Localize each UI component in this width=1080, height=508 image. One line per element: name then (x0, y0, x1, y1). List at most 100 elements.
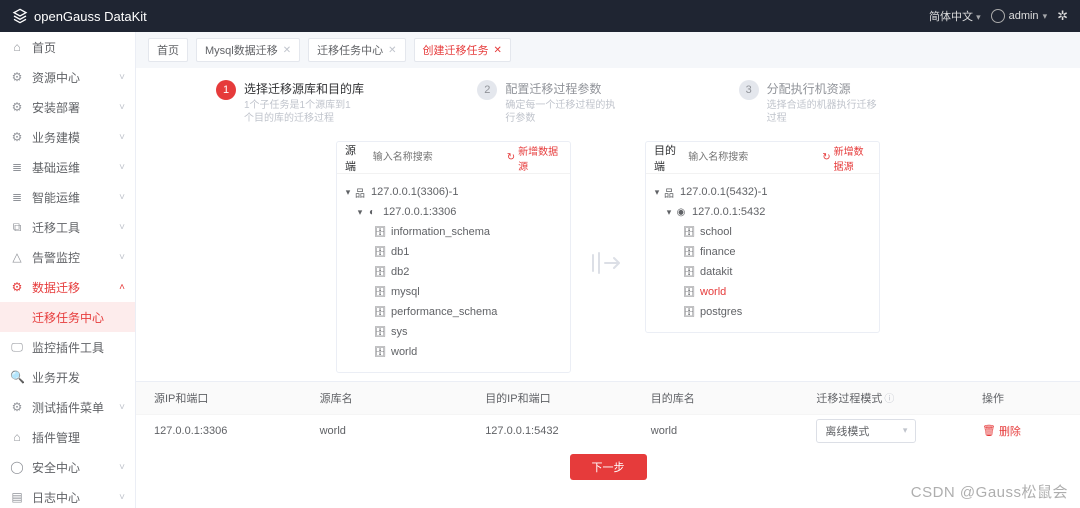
tree-root[interactable]: ▾品127.0.0.1(3306)-1 (343, 182, 564, 202)
breadcrumb-item-2[interactable]: 迁移任务中心✕ (308, 38, 405, 62)
chevron-down-icon: ▾ (976, 12, 981, 22)
chevron-down-icon: ˅ (119, 402, 125, 413)
sidebar-item-1[interactable]: ⚙资源中心˅ (0, 62, 135, 92)
step-desc: 选择合适的机器执行迁移过程 (767, 99, 877, 125)
sidebar-item-14[interactable]: ▤日志中心˅ (0, 482, 135, 508)
tree-db[interactable]: 🗄sys (343, 322, 564, 342)
delete-button[interactable]: 🗑删除 (982, 423, 1062, 439)
sidebar-item-10[interactable]: 🔍业务开发 (0, 362, 135, 392)
sidebar-item-0[interactable]: ⌂首页 (0, 32, 135, 62)
target-add-link[interactable]: ↻新增数据源 (822, 143, 871, 173)
topbar: openGauss DataKit 简体中文 ▾ admin ▾ ✲ (0, 0, 1080, 32)
close-icon[interactable]: ✕ (494, 45, 502, 56)
breadcrumb-item-3[interactable]: 创建迁移任务✕ (414, 38, 511, 62)
sidebar-item-2[interactable]: ⚙安装部署˅ (0, 92, 135, 122)
tree-db[interactable]: 🗄performance_schema (343, 302, 564, 322)
cell-dst-ip: 127.0.0.1:5432 (485, 425, 651, 437)
sidebar-item-label: 业务建模 (32, 129, 119, 146)
tree-db[interactable]: 🗄db2 (343, 262, 564, 282)
next-button[interactable]: 下一步 (570, 454, 647, 480)
sidebar-item-11[interactable]: ⚙测试插件菜单˅ (0, 392, 135, 422)
brand: openGauss DataKit (12, 8, 147, 24)
tree-conn[interactable]: ▾◉127.0.0.1:5432 (652, 202, 873, 222)
transfer-arrow-icon (591, 251, 625, 275)
chevron-down-icon: ˅ (119, 252, 125, 263)
sidebar-item-label: 基础运维 (32, 159, 119, 176)
col-dst-ip: 目的IP和端口 (485, 390, 651, 406)
step-3: 3分配执行机资源选择合适的机器执行迁移过程 (739, 80, 1000, 125)
close-icon[interactable]: ✕ (388, 45, 396, 56)
chevron-down-icon: ▾ (1043, 11, 1048, 22)
sidebar-item-9[interactable]: 🖵 监控插件工具 (0, 332, 135, 362)
stack-icon: ≣ (10, 160, 24, 174)
sidebar-item-3[interactable]: ⚙ 业务建模˅ (0, 122, 135, 152)
gear-icon: ⚙ (10, 280, 24, 294)
sidebar-item-8[interactable]: ⚙数据迁移˄ (0, 272, 135, 302)
db-engine-icon: ◐ (365, 207, 379, 218)
target-search-input[interactable] (686, 150, 822, 165)
cell-src-db: world (320, 425, 486, 437)
gear-icon: ⚙ (10, 130, 24, 144)
database-icon: 🗄 (373, 227, 387, 238)
caret-down-icon: ▾ (355, 207, 365, 218)
close-icon[interactable]: ✕ (283, 45, 291, 56)
user-menu[interactable]: admin ▾ (991, 9, 1048, 23)
tree-db[interactable]: 🗄world (652, 282, 873, 302)
sidebar-item-label: 智能运维 (32, 189, 119, 206)
col-src-db: 源库名 (320, 390, 486, 406)
tree-db[interactable]: 🗄postgres (652, 302, 873, 322)
shield-icon: ◯ (10, 460, 24, 474)
step-number: 3 (739, 80, 759, 100)
step-title: 配置迁移过程参数 (505, 80, 615, 97)
content: 1选择迁移源库和目的库1个子任务是1个源库到1个目的库的迁移过程2配置迁移过程参… (136, 68, 1080, 508)
sidebar-item-label: 安全中心 (32, 459, 119, 476)
sidebar-item-label: 监控插件工具 (32, 339, 125, 356)
tree-db[interactable]: 🗄datakit (652, 262, 873, 282)
sidebar-item-4[interactable]: ≣ 基础运维˅ (0, 152, 135, 182)
tree-conn[interactable]: ▾◐127.0.0.1:3306 (343, 202, 564, 222)
source-add-link[interactable]: ↻新增数据源 (507, 143, 562, 173)
table-header: 源IP和端口 源库名 目的IP和端口 目的库名 迁移过程模式ⓘ 操作 (136, 382, 1080, 414)
steps: 1选择迁移源库和目的库1个子任务是1个源库到1个目的库的迁移过程2配置迁移过程参… (136, 68, 1080, 133)
step-number: 1 (216, 80, 236, 100)
sidebar-item-label: 日志中心 (32, 489, 119, 506)
source-title: 源端 (345, 142, 365, 174)
chevron-down-icon: ˅ (119, 132, 125, 143)
trash-icon: 🗑 (982, 424, 996, 437)
mode-select[interactable]: 离线模式▾ (816, 419, 916, 443)
sidebar-item-label: 数据迁移 (32, 279, 119, 296)
source-search-input[interactable] (371, 150, 507, 165)
tree-root[interactable]: ▾品127.0.0.1(5432)-1 (652, 182, 873, 202)
chevron-down-icon: ˅ (119, 162, 125, 173)
tree-db[interactable]: 🗄mysql (343, 282, 564, 302)
monitor-icon: 🖵 (10, 340, 24, 355)
breadcrumb-item-0[interactable]: 首页 (148, 38, 188, 62)
main: 首页 Mysql数据迁移✕ 迁移任务中心✕ 创建迁移任务✕ 1选择迁移源库和目的库1个… (136, 32, 1080, 508)
sidebar-item-5[interactable]: ≣智能运维˅ (0, 182, 135, 212)
tree-db[interactable]: 🗄finance (652, 242, 873, 262)
tree-db[interactable]: 🗄school (652, 222, 873, 242)
target-title: 目的端 (654, 142, 680, 174)
caret-down-icon: ▾ (664, 207, 674, 218)
table-row: 127.0.0.1:3306 world 127.0.0.1:5432 worl… (136, 414, 1080, 446)
sidebar-item-6[interactable]: ⧉迁移工具˅ (0, 212, 135, 242)
box-icon: ⌂ (10, 430, 24, 444)
theme-toggle-icon[interactable]: ✲ (1057, 8, 1068, 24)
tree-db[interactable]: 🗄world (343, 342, 564, 362)
sidebar-subitem[interactable]: 迁移任务中心 (0, 302, 135, 332)
sidebar-item-label: 首页 (32, 39, 125, 56)
cell-dst-db: world (651, 425, 817, 437)
sidebar-item-label: 插件管理 (32, 429, 125, 446)
breadcrumb-item-1[interactable]: Mysql数据迁移✕ (196, 38, 300, 62)
refresh-icon: ↻ (507, 152, 515, 163)
tree-db[interactable]: 🗄information_schema (343, 222, 564, 242)
sidebar-item-label: 资源中心 (32, 69, 119, 86)
sidebar-item-12[interactable]: ⌂ 插件管理 (0, 422, 135, 452)
tree-db[interactable]: 🗄db1 (343, 242, 564, 262)
help-icon[interactable]: ⓘ (884, 394, 894, 405)
lang-switch[interactable]: 简体中文 ▾ (929, 8, 981, 24)
sidebar-item-label: 安装部署 (32, 99, 119, 116)
sidebar-item-7[interactable]: △告警监控˅ (0, 242, 135, 272)
sidebar-item-13[interactable]: ◯安全中心˅ (0, 452, 135, 482)
col-ops: 操作 (982, 390, 1062, 406)
